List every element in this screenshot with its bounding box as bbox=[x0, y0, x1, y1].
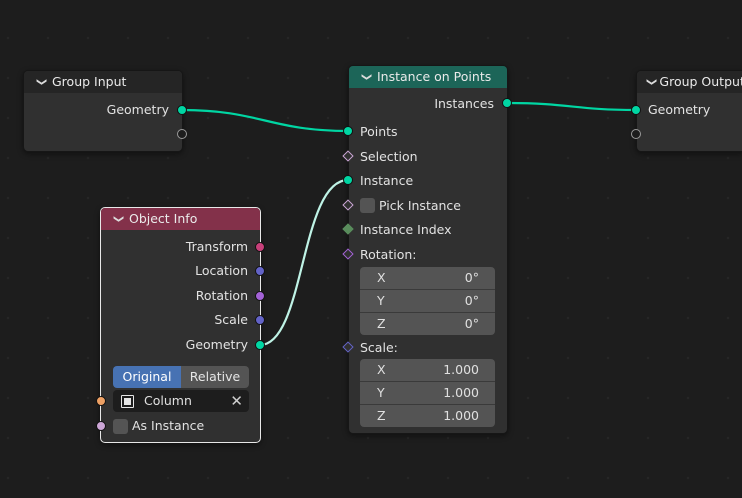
scale-z-value: 1.000 bbox=[443, 408, 479, 423]
pick-instance-checkbox[interactable] bbox=[360, 198, 375, 213]
original-option[interactable]: Original bbox=[113, 366, 181, 388]
as-instance-input-socket[interactable] bbox=[96, 421, 106, 431]
rotation-z-value: 0° bbox=[464, 316, 479, 331]
geometry-output-label: Geometry bbox=[185, 337, 248, 352]
location-output-socket[interactable] bbox=[255, 266, 265, 276]
group-input-empty-socket[interactable] bbox=[177, 129, 187, 139]
scale-x-axis: X bbox=[377, 362, 386, 377]
chevron-down-icon[interactable]: ❯ bbox=[30, 75, 52, 89]
instance-input-socket[interactable] bbox=[343, 175, 353, 185]
instance-index-label: Instance Index bbox=[360, 222, 452, 237]
transform-output-label: Transform bbox=[185, 239, 248, 254]
object-icon bbox=[121, 394, 134, 408]
scale-vector-field[interactable]: X 1.000 Y 1.000 Z 1.000 bbox=[360, 359, 495, 427]
group-input-geometry-label: Geometry bbox=[106, 102, 169, 117]
location-output-label: Location bbox=[195, 263, 248, 278]
scale-z-axis: Z bbox=[377, 408, 386, 423]
relative-option[interactable]: Relative bbox=[181, 366, 249, 388]
group-output-title: Group Output bbox=[659, 74, 742, 89]
object-info-node[interactable]: ❯ Object Info Transform Location Rotatio… bbox=[100, 207, 261, 443]
rotation-y-axis: Y bbox=[377, 293, 385, 308]
selection-input-label: Selection bbox=[360, 149, 418, 164]
instances-output-label: Instances bbox=[434, 96, 494, 111]
as-instance-label: As Instance bbox=[132, 418, 205, 433]
points-input-socket[interactable] bbox=[343, 126, 353, 136]
scale-x-field[interactable]: X 1.000 bbox=[360, 359, 495, 382]
pick-instance-label: Pick Instance bbox=[379, 198, 461, 213]
object-field-value: Column bbox=[144, 393, 192, 408]
group-input-header[interactable]: ❯ Group Input bbox=[24, 71, 182, 93]
rotation-z-axis: Z bbox=[377, 316, 386, 331]
scale-label: Scale: bbox=[360, 340, 398, 355]
group-input-geometry-socket[interactable] bbox=[177, 105, 187, 115]
group-output-empty-socket[interactable] bbox=[631, 129, 641, 139]
as-instance-checkbox[interactable] bbox=[113, 419, 128, 434]
rotation-vector-field[interactable]: X 0° Y 0° Z 0° bbox=[360, 267, 495, 335]
rotation-z-field[interactable]: Z 0° bbox=[360, 313, 495, 335]
group-output-geometry-socket[interactable] bbox=[631, 105, 641, 115]
rotation-x-axis: X bbox=[377, 270, 386, 285]
chevron-down-icon[interactable]: ❯ bbox=[107, 212, 129, 226]
group-output-node[interactable]: ❯ Group Output Geometry bbox=[636, 70, 742, 152]
group-output-header[interactable]: ❯ Group Output bbox=[637, 71, 742, 93]
chevron-down-icon[interactable]: ❯ bbox=[640, 78, 662, 86]
instance-on-points-node[interactable]: ❯ Instance on Points Instances Points Se… bbox=[348, 65, 508, 434]
scale-x-value: 1.000 bbox=[443, 362, 479, 377]
rotation-x-field[interactable]: X 0° bbox=[360, 267, 495, 290]
rotation-output-socket[interactable] bbox=[255, 291, 265, 301]
scale-y-field[interactable]: Y 1.000 bbox=[360, 382, 495, 405]
transform-output-socket[interactable] bbox=[255, 242, 265, 252]
instance-input-label: Instance bbox=[360, 173, 414, 188]
chevron-down-icon[interactable]: ❯ bbox=[355, 70, 377, 84]
group-input-node[interactable]: ❯ Group Input Geometry bbox=[23, 70, 183, 152]
scale-y-axis: Y bbox=[377, 385, 385, 400]
instance-on-points-header[interactable]: ❯ Instance on Points bbox=[349, 66, 507, 88]
rotation-y-value: 0° bbox=[464, 293, 479, 308]
geometry-output-socket[interactable] bbox=[255, 340, 265, 350]
object-input-socket[interactable] bbox=[96, 396, 106, 406]
clear-icon[interactable]: ✕ bbox=[230, 390, 243, 412]
object-info-title: Object Info bbox=[129, 211, 198, 226]
rotation-x-value: 0° bbox=[464, 270, 479, 285]
rotation-output-label: Rotation bbox=[195, 288, 248, 303]
scale-output-label: Scale bbox=[214, 312, 248, 327]
rotation-y-field[interactable]: Y 0° bbox=[360, 290, 495, 313]
group-input-title: Group Input bbox=[52, 74, 127, 89]
group-output-geometry-label: Geometry bbox=[648, 102, 711, 117]
instances-output-socket[interactable] bbox=[502, 98, 512, 108]
object-field[interactable]: Column ✕ bbox=[113, 390, 249, 412]
object-info-header[interactable]: ❯ Object Info bbox=[101, 208, 260, 230]
scale-y-value: 1.000 bbox=[443, 385, 479, 400]
transform-space-toggle[interactable]: Original Relative bbox=[113, 366, 249, 388]
scale-output-socket[interactable] bbox=[255, 315, 265, 325]
rotation-label: Rotation: bbox=[360, 247, 417, 262]
instance-on-points-title: Instance on Points bbox=[377, 69, 492, 84]
scale-z-field[interactable]: Z 1.000 bbox=[360, 405, 495, 427]
points-input-label: Points bbox=[360, 124, 398, 139]
